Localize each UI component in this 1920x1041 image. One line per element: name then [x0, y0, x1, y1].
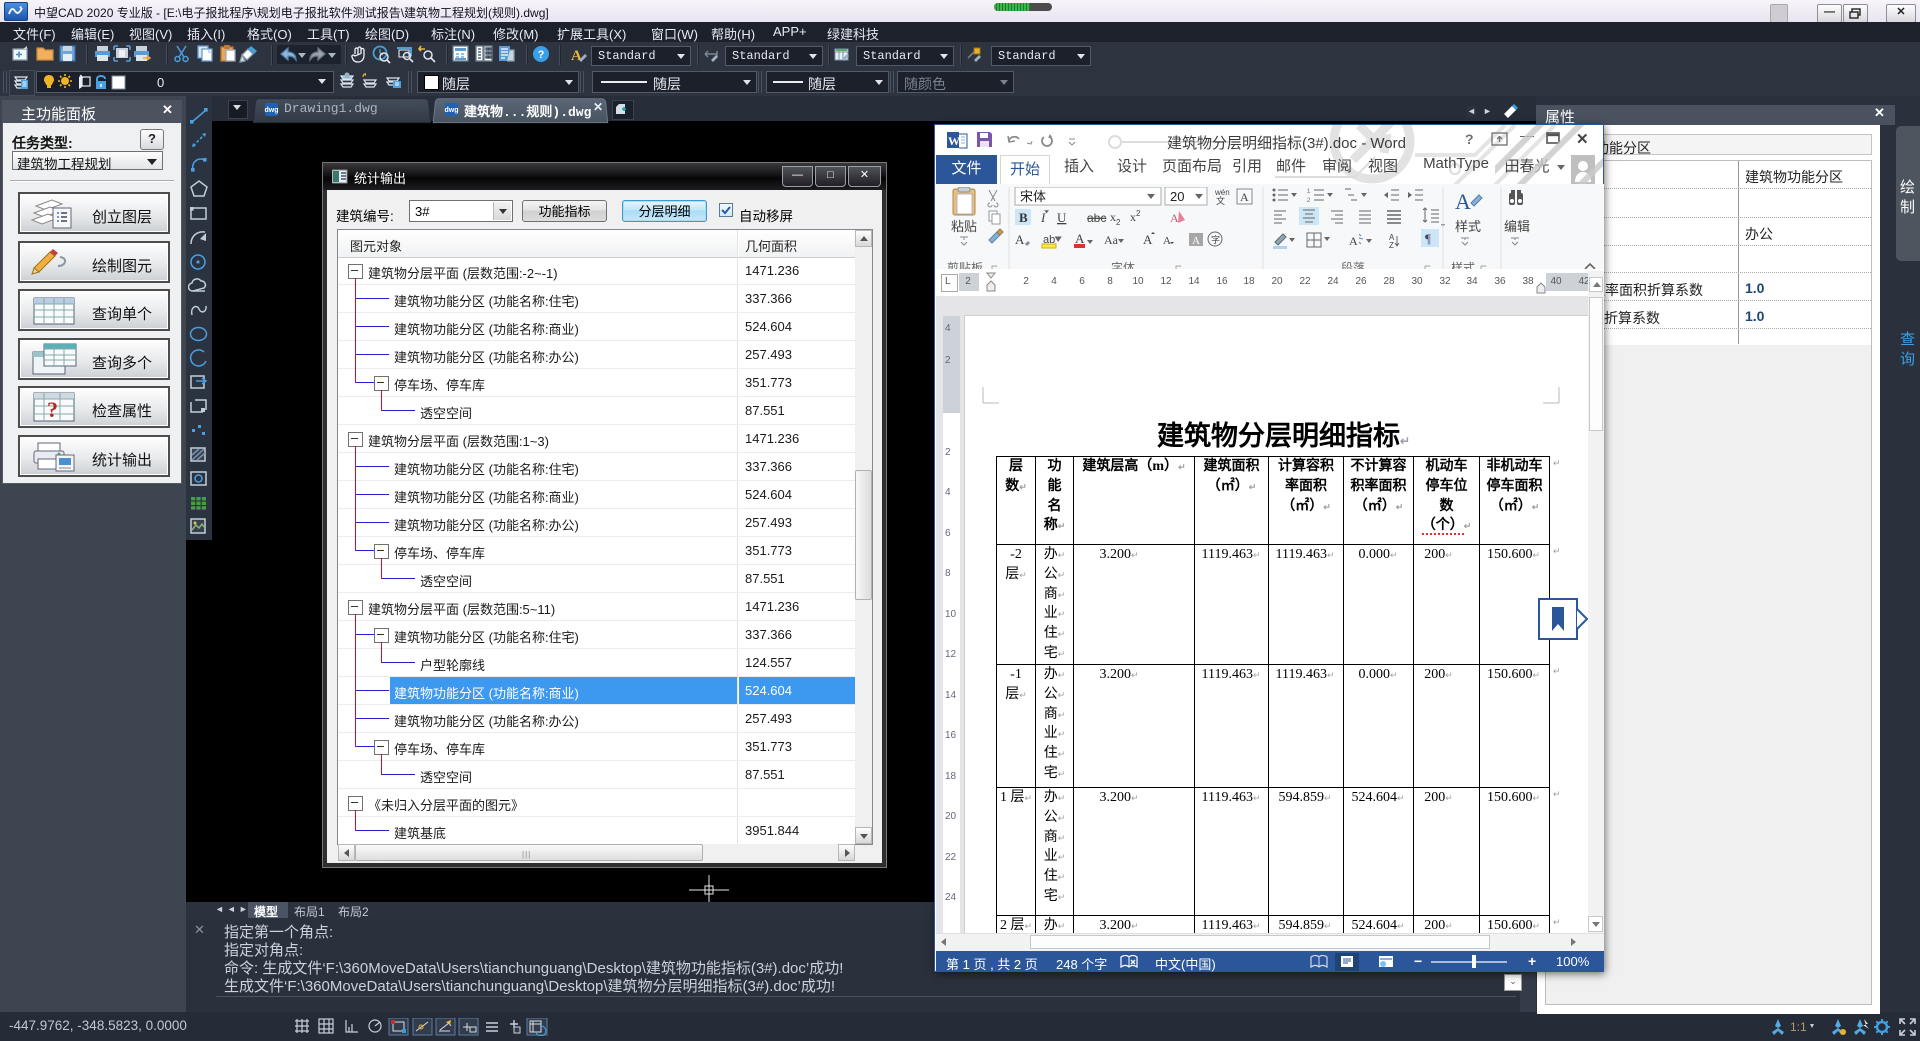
svg-text:2: 2	[1136, 209, 1141, 218]
svg-text:?: ?	[538, 49, 545, 61]
svg-text:1:1: 1:1	[1790, 1020, 1807, 1034]
svg-text:字: 字	[1211, 234, 1220, 245]
svg-text:1: 1	[1307, 189, 1311, 195]
svg-text:A: A	[1163, 235, 1171, 247]
svg-text:20: 20	[1170, 189, 1184, 204]
svg-text:编辑: 编辑	[1504, 219, 1530, 234]
svg-text:W: W	[948, 134, 960, 148]
svg-text:dwg: dwg	[265, 107, 279, 114]
svg-text:A: A	[1240, 190, 1249, 204]
svg-text:¶: ¶	[1425, 231, 1431, 246]
svg-text:A: A	[1170, 211, 1179, 225]
svg-text:Z: Z	[1389, 241, 1394, 250]
svg-text:A: A	[1455, 189, 1471, 214]
svg-text:U: U	[1057, 210, 1067, 225]
svg-text:I: I	[1040, 210, 1046, 225]
svg-text:A: A	[1015, 232, 1025, 247]
svg-text:abc: abc	[1087, 211, 1106, 225]
svg-text:文: 文	[1216, 195, 1225, 206]
svg-text:A: A	[1143, 232, 1153, 247]
svg-text:样式: 样式	[1455, 219, 1481, 234]
svg-text:A: A	[1192, 235, 1200, 247]
svg-text:A: A	[1349, 234, 1358, 248]
svg-text:B: B	[1019, 210, 1028, 225]
svg-text:宋体: 宋体	[1020, 189, 1046, 204]
svg-text:2: 2	[1307, 198, 1311, 204]
svg-text:粘贴: 粘贴	[951, 219, 977, 234]
svg-text:Aa: Aa	[1104, 233, 1119, 247]
svg-text:2: 2	[1116, 218, 1121, 227]
svg-text:dwg: dwg	[445, 107, 459, 114]
svg-text:?: ?	[47, 397, 58, 422]
svg-text:A: A	[571, 48, 582, 64]
svg-text:A: A	[1075, 231, 1085, 246]
